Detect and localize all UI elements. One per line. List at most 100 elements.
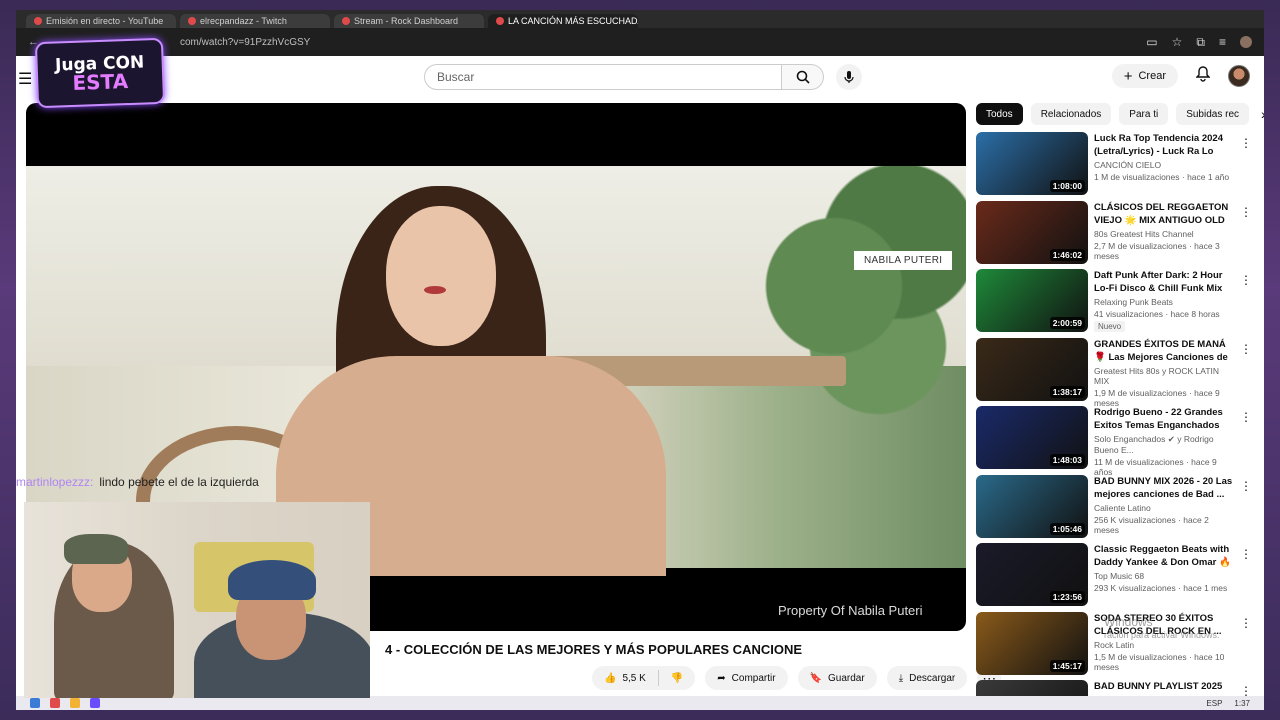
recommendation-title[interactable]: CLÁSICOS DEL REGGAETON VIEJO 🌟 MIX ANTIG… — [1094, 201, 1234, 227]
share-label: Compartir — [731, 672, 776, 684]
recommendation-thumbnail[interactable]: 1:08:00 — [976, 132, 1088, 195]
recommendation-item[interactable]: 1:05:46 BAD BUNNY MIX 2026 - 20 Las mejor… — [976, 474, 1256, 544]
tab-label: LA CANCIÓN MÁS ESCUCHADA — [508, 16, 638, 26]
dislike-button[interactable]: 👎 — [659, 666, 695, 690]
chip-2[interactable]: Para ti — [1119, 103, 1169, 125]
chat-username: martinlopezzz: — [16, 475, 94, 489]
voice-search-button[interactable] — [836, 64, 862, 90]
download-button[interactable]: ⤓ Descargar — [886, 666, 968, 690]
chip-0[interactable]: Todos — [976, 103, 1023, 125]
app-icon[interactable] — [70, 698, 80, 708]
recommendation-thumbnail[interactable]: 1:45:17 — [976, 611, 1088, 675]
recommendation-thumbnail[interactable]: 1:05:46 — [976, 474, 1088, 538]
recommendation-item[interactable]: 1:38:17 GRANDES ÉXITOS DE MANÁ 🌹 Las Mejo… — [976, 337, 1256, 408]
browser-tab[interactable]: elrecpandazz - Twitch — [180, 14, 330, 28]
recommendation-thumbnail[interactable]: 1:23:56 — [976, 543, 1088, 606]
recommendation-item[interactable]: 1:48:03 Rodrigo Bueno - 22 Grandes Exitos… — [976, 406, 1256, 477]
tab-favicon-icon — [34, 17, 42, 25]
kebab-menu-icon[interactable]: ⋮ — [1240, 547, 1252, 561]
chip-1[interactable]: Relacionados — [1030, 103, 1112, 125]
thumbs-down-icon: 👎 — [670, 672, 684, 684]
recommendation-thumbnail[interactable]: 2:00:59 — [976, 269, 1088, 332]
create-button[interactable]: + Crear — [1111, 64, 1178, 88]
recommendation-thumbnail[interactable]: 1:38:17 — [976, 337, 1088, 401]
related-chips: Todos Relacionados Para ti Subidas rec › — [976, 103, 1264, 125]
channel-name[interactable]: Rock Latin — [1094, 640, 1234, 650]
view-count-meta: 293 K visualizaciones · hace 1 mes — [1094, 583, 1228, 593]
cast-icon[interactable]: ▭ — [1146, 35, 1157, 49]
search-input[interactable]: Buscar — [424, 64, 782, 90]
user-avatar[interactable] — [1228, 65, 1250, 87]
share-button[interactable]: ➦ Compartir — [705, 666, 788, 690]
profile-avatar[interactable] — [1240, 36, 1252, 48]
media-icon[interactable]: ≡ — [1219, 35, 1226, 49]
video-name-tag: NABILA PUTERI — [854, 251, 953, 270]
duration-badge: 1:23:56 — [1049, 591, 1085, 603]
kebab-menu-icon[interactable]: ⋮ — [1240, 616, 1252, 630]
recommendation-title[interactable]: Rodrigo Bueno - 22 Grandes Exitos Temas … — [1094, 406, 1234, 432]
chevron-right-icon[interactable]: › — [1261, 106, 1264, 122]
channel-name[interactable]: CANCIÓN CIELO — [1094, 160, 1234, 170]
video-actions: 👍 5,5 K 👎 ➦ Compartir 🔖 Guardar ⤓ Descar… — [592, 666, 1002, 690]
recommendation-title[interactable]: BAD BUNNY PLAYLIST 2025 — [1094, 680, 1234, 693]
kebab-menu-icon[interactable]: ⋮ — [1240, 205, 1252, 219]
recommendation-title[interactable]: Luck Ra Top Tendencia 2024 (Letra/Lyrics… — [1094, 132, 1234, 158]
view-count-meta: 2,7 M de visualizaciones · hace 3 meses — [1094, 240, 1220, 261]
channel-name[interactable]: Solo Enganchados ✔ y Rodrigo Bueno E... — [1094, 434, 1234, 455]
kebab-menu-icon[interactable]: ⋮ — [1240, 479, 1252, 493]
kebab-menu-icon[interactable]: ⋮ — [1240, 273, 1252, 287]
channel-name[interactable]: Greatest Hits 80s y ROCK LATIN MIX — [1094, 366, 1234, 386]
app-icon[interactable] — [90, 698, 100, 708]
language-indicator[interactable]: ESP — [1206, 699, 1222, 708]
browser-tab[interactable]: Stream - Rock Dashboard — [334, 14, 484, 28]
recommendation-title[interactable]: Daft Punk After Dark: 2 Hour Lo-Fi Disco… — [1094, 269, 1234, 295]
view-count-meta: 1 M de visualizaciones · hace 1 año — [1094, 172, 1230, 182]
webcam-overlay — [24, 502, 370, 698]
channel-name[interactable]: 80s Greatest Hits Channel — [1094, 229, 1234, 239]
kebab-menu-icon[interactable]: ⋮ — [1240, 342, 1252, 356]
duration-badge: 2:00:59 — [1049, 317, 1085, 329]
start-icon[interactable] — [30, 698, 40, 708]
like-button[interactable]: 👍 5,5 K — [592, 666, 658, 690]
recommendation-thumbnail[interactable]: 1:48:03 — [976, 406, 1088, 469]
recommendation-title[interactable]: BAD BUNNY MIX 2026 - 20 Las mejores canc… — [1094, 475, 1234, 501]
recommendation-item[interactable]: 2:00:59 Daft Punk After Dark: 2 Hour Lo-F… — [976, 269, 1256, 338]
search-button[interactable] — [782, 64, 824, 90]
channel-name[interactable]: Caliente Latino — [1094, 503, 1234, 513]
channel-name[interactable]: Top Music 68 — [1094, 571, 1234, 581]
tab-label: Stream - Rock Dashboard — [354, 16, 459, 26]
save-button[interactable]: 🔖 Guardar — [797, 666, 877, 690]
recommendation-title[interactable]: GRANDES ÉXITOS DE MANÁ 🌹 Las Mejores Can… — [1094, 338, 1234, 364]
like-dislike-group: 👍 5,5 K 👎 — [592, 666, 696, 690]
channel-name[interactable]: Relaxing Punk Beats — [1094, 297, 1234, 307]
recommendation-item[interactable]: 1:46:02 CLÁSICOS DEL REGGAETON VIEJO 🌟 MI… — [976, 200, 1256, 270]
tab-label: elrecpandazz - Twitch — [200, 16, 287, 26]
address-bar[interactable]: ← → com/watch?v=91PzzhVcGSY ▭ ☆ ⧉ ≡ — [16, 28, 1264, 56]
microphone-icon — [844, 71, 854, 83]
windows-taskbar: ESP 1:37 — [16, 696, 1264, 710]
browser-tabbar: Emisión en directo - YouTube elrecpandazz… — [16, 10, 1264, 28]
stream-logo: Juga CON ESTA — [34, 37, 166, 109]
url-text[interactable]: com/watch?v=91PzzhVcGSY — [180, 37, 310, 48]
search-icon — [796, 70, 810, 84]
kebab-menu-icon[interactable]: ⋮ — [1240, 136, 1252, 150]
hamburger-menu-icon[interactable]: ☰ — [18, 69, 32, 89]
chat-message: martinlopezzz: lindo pebete el de la izq… — [16, 475, 259, 489]
notifications-bell-icon[interactable] — [1195, 65, 1211, 87]
clock[interactable]: 1:37 — [1234, 699, 1250, 708]
recommendation-info: BAD BUNNY MIX 2026 - 20 Las mejores canc… — [1094, 475, 1234, 544]
duration-badge: 1:05:46 — [1049, 522, 1085, 535]
browser-tab[interactable]: Emisión en directo - YouTube — [26, 14, 176, 28]
app-icon[interactable] — [50, 698, 60, 708]
recommendation-item[interactable]: 1:08:00 Luck Ra Top Tendencia 2024 (Letra… — [976, 132, 1256, 201]
bookmark-star-icon[interactable]: ☆ — [1172, 35, 1183, 49]
kebab-menu-icon[interactable]: ⋮ — [1240, 410, 1252, 424]
tab-label: Emisión en directo - YouTube — [46, 16, 164, 26]
plus-icon: + — [1123, 67, 1133, 85]
extensions-icon[interactable]: ⧉ — [1196, 35, 1205, 50]
chip-3[interactable]: Subidas rec — [1176, 103, 1250, 125]
browser-tab[interactable]: LA CANCIÓN MÁS ESCUCHADA — [488, 14, 638, 28]
recommendation-title[interactable]: Classic Reggaeton Beats with Daddy Yanke… — [1094, 543, 1234, 569]
recommendation-thumbnail[interactable]: 1:46:02 — [976, 200, 1088, 264]
recommendation-item[interactable]: 1:23:56 Classic Reggaeton Beats with Dadd… — [976, 543, 1256, 612]
